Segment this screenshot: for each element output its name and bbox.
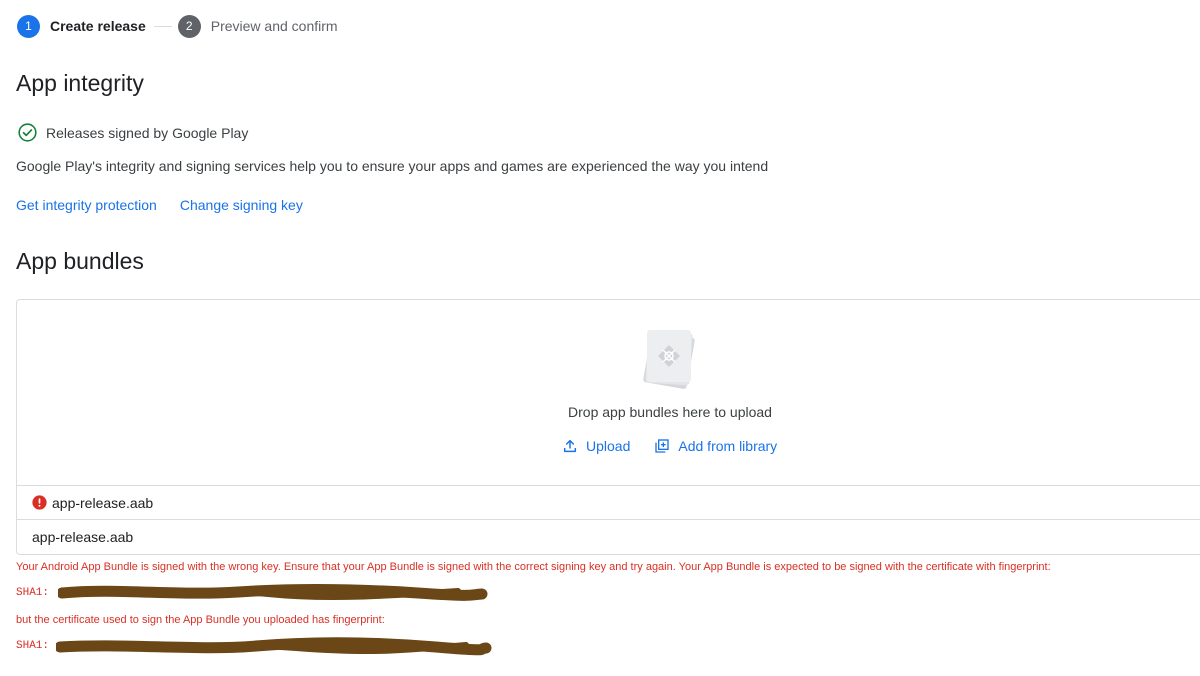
get-integrity-protection-link[interactable]: Get integrity protection	[16, 197, 157, 213]
redacted-uploaded-fingerprint	[56, 637, 492, 656]
integrity-links: Get integrity protection Change signing …	[16, 197, 303, 213]
add-library-icon	[655, 439, 670, 453]
check-circle-icon	[18, 123, 37, 142]
signing-status: Releases signed by Google Play	[17, 122, 248, 143]
step-1-indicator: 1	[17, 14, 40, 38]
step-connector	[153, 25, 172, 27]
change-signing-key-link[interactable]: Change signing key	[180, 197, 303, 213]
app-integrity-heading: App integrity	[16, 70, 144, 96]
drop-instructions: Drop app bundles here to upload	[568, 404, 772, 420]
uploaded-fingerprint-message: but the certificate used to sign the App…	[16, 614, 385, 626]
step-preview-confirm[interactable]: Preview and confirm	[211, 18, 338, 34]
upload-button[interactable]: Upload	[562, 438, 630, 454]
bundle-file-row-error[interactable]: app-release.aab	[16, 485, 1200, 520]
upload-icon	[563, 439, 577, 453]
step-2-indicator: 2	[177, 14, 201, 38]
app-bundle-illustration	[643, 330, 695, 389]
signing-status-text: Releases signed by Google Play	[46, 124, 249, 141]
signing-error-message: Your Android App Bundle is signed with t…	[16, 561, 1051, 573]
upload-label: Upload	[586, 438, 631, 454]
redacted-expected-fingerprint	[58, 583, 488, 601]
upload-actions: Upload Add from library	[562, 438, 777, 454]
bundle-file-name: app-release.aab	[32, 529, 134, 545]
app-bundles-heading: App bundles	[16, 248, 144, 274]
add-from-library-button[interactable]: Add from library	[654, 438, 777, 454]
bundle-file-row[interactable]: app-release.aab	[16, 520, 1200, 555]
expected-sha1-label: SHA1:	[16, 587, 50, 599]
bundle-file-name: app-release.aab	[52, 494, 154, 511]
error-icon	[32, 495, 47, 510]
uploaded-sha1-label: SHA1:	[16, 640, 50, 652]
integrity-description: Google Play's integrity and signing serv…	[16, 158, 769, 174]
add-from-library-label: Add from library	[678, 438, 778, 454]
step-create-release[interactable]: Create release	[50, 18, 146, 34]
bundle-drop-zone[interactable]: Drop app bundles here to upload Upload A…	[16, 299, 1200, 485]
release-stepper: 1 Create release 2 Preview and confirm	[17, 14, 338, 38]
